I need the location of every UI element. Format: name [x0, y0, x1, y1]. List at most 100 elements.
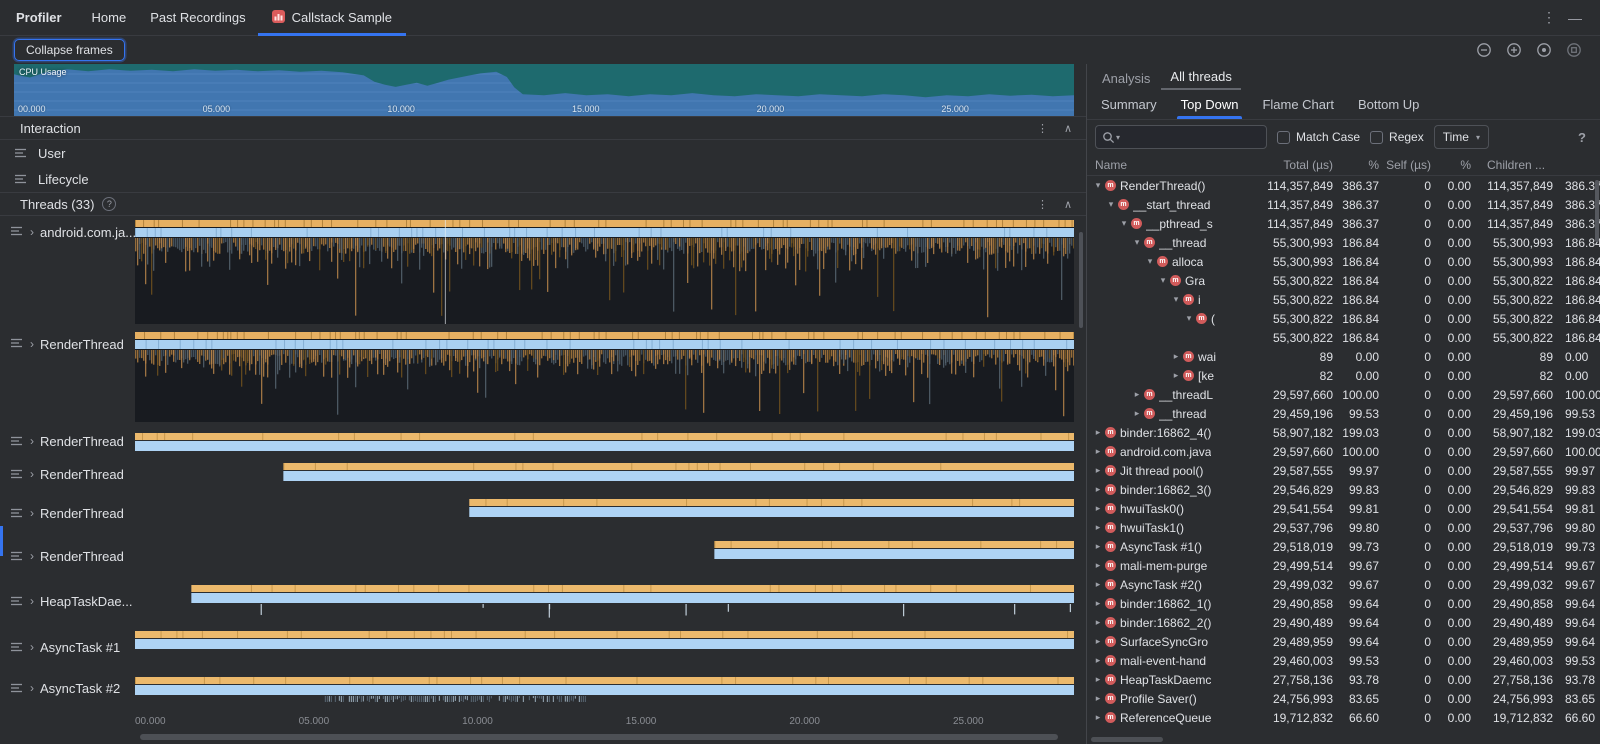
row-chevron-icon[interactable]: ▸ — [1091, 484, 1105, 495]
row-chevron-icon[interactable]: ▸ — [1091, 465, 1105, 476]
row-chevron-icon[interactable]: ▾ — [1091, 180, 1105, 191]
table-row[interactable]: ▸mmali-event-hand29,460,00399.5300.0029,… — [1087, 651, 1600, 670]
row-chevron-icon[interactable]: ▾ — [1130, 237, 1144, 248]
row-chevron-icon[interactable]: ▸ — [1091, 655, 1105, 666]
thread-label-cell[interactable]: ›RenderThread — [0, 426, 135, 456]
row-chevron-icon[interactable]: ▾ — [1156, 275, 1170, 286]
thread-row[interactable]: ›AsyncTask #1 — [0, 624, 1086, 670]
table-row[interactable]: 55,300,822186.8400.0055,300,822186.84 — [1087, 328, 1600, 347]
thread-label-cell[interactable]: ›AsyncTask #2 — [0, 670, 135, 706]
table-row[interactable]: ▸m__threadL29,597,660100.0000.0029,597,6… — [1087, 385, 1600, 404]
interaction-collapse-icon[interactable]: ∧ — [1064, 122, 1072, 135]
thread-expand-chevron[interactable]: › — [30, 640, 34, 654]
col-total-pct[interactable]: % — [1339, 158, 1385, 172]
thread-label-cell[interactable]: ›android.com.ja... — [0, 216, 135, 328]
row-chevron-icon[interactable]: ▸ — [1091, 617, 1105, 628]
row-chevron-icon[interactable]: ▸ — [1091, 503, 1105, 514]
threads-help-icon[interactable]: ? — [102, 197, 116, 211]
regex-box-icon[interactable] — [1370, 131, 1383, 144]
row-chevron-icon[interactable]: ▾ — [1143, 256, 1157, 267]
thread-track[interactable] — [135, 578, 1074, 624]
search-box[interactable]: ▾ — [1095, 125, 1267, 149]
tab-home[interactable]: Home — [80, 0, 139, 36]
thread-expand-chevron[interactable]: › — [30, 337, 34, 351]
table-row[interactable]: ▾m__thread55,300,993186.8400.0055,300,99… — [1087, 233, 1600, 252]
thread-expand-chevron[interactable]: › — [30, 225, 34, 239]
table-header[interactable]: Name Total (µs) % Self (µs) % Children .… — [1087, 154, 1600, 176]
col-self-pct[interactable]: % — [1437, 158, 1477, 172]
row-chevron-icon[interactable]: ▸ — [1091, 560, 1105, 571]
row-chevron-icon[interactable]: ▸ — [1091, 522, 1105, 533]
row-chevron-icon[interactable]: ▸ — [1091, 598, 1105, 609]
regex-checkbox[interactable]: Regex — [1370, 130, 1424, 144]
analysis-tab-all-threads[interactable]: All threads — [1161, 66, 1240, 90]
row-chevron-icon[interactable]: ▸ — [1130, 408, 1144, 419]
table-row[interactable]: ▸mwai890.0000.00890.00 — [1087, 347, 1600, 366]
tab-past-recordings[interactable]: Past Recordings — [138, 0, 257, 36]
table-row[interactable]: ▸mHeapTaskDaemc27,758,13693.7800.0027,75… — [1087, 670, 1600, 689]
row-chevron-icon[interactable]: ▸ — [1091, 674, 1105, 685]
col-name[interactable]: Name — [1087, 158, 1259, 172]
table-row[interactable]: ▸mmali-mem-purge29,499,51499.6700.0029,4… — [1087, 556, 1600, 575]
thread-row[interactable]: ›android.com.ja... — [0, 216, 1086, 328]
thread-track[interactable] — [135, 426, 1074, 456]
thread-row[interactable]: ›RenderThread — [0, 456, 1086, 492]
thread-track[interactable] — [135, 216, 1074, 328]
col-self[interactable]: Self (µs) — [1385, 158, 1437, 172]
table-hscroll-thumb[interactable] — [1091, 737, 1163, 742]
thread-track[interactable] — [135, 624, 1074, 670]
subtab-top-down[interactable]: Top Down — [1169, 90, 1251, 119]
timeline-hscrollbar[interactable] — [0, 731, 1086, 744]
row-chevron-icon[interactable]: ▾ — [1182, 313, 1196, 324]
row-chevron-icon[interactable]: ▸ — [1091, 636, 1105, 647]
thread-label-cell[interactable]: ›RenderThread — [0, 492, 135, 534]
interaction-row[interactable]: User — [0, 140, 1086, 166]
minimize-icon[interactable]: — — [1562, 10, 1588, 26]
table-row[interactable]: ▸mbinder:16862_2()29,490,48999.6400.0029… — [1087, 613, 1600, 632]
thread-label-cell[interactable]: ›HeapTaskDae... — [0, 578, 135, 624]
table-row[interactable]: ▸mbinder:16862_4()58,907,182199.0300.005… — [1087, 423, 1600, 442]
thread-row[interactable]: ›RenderThread — [0, 492, 1086, 534]
interaction-kebab-icon[interactable]: ⋮ — [1037, 122, 1048, 135]
thread-row[interactable]: ›RenderThread — [0, 426, 1086, 456]
time-unit-dropdown[interactable]: Time ▾ — [1434, 125, 1489, 149]
col-total[interactable]: Total (µs) — [1259, 158, 1339, 172]
row-chevron-icon[interactable]: ▸ — [1091, 427, 1105, 438]
thread-expand-chevron[interactable]: › — [30, 594, 34, 608]
table-row[interactable]: ▸mJit thread pool()29,587,55599.9700.002… — [1087, 461, 1600, 480]
table-row[interactable]: ▸mandroid.com.java29,597,660100.0000.002… — [1087, 442, 1600, 461]
table-row[interactable]: ▾malloca55,300,993186.8400.0055,300,9931… — [1087, 252, 1600, 271]
thread-expand-chevron[interactable]: › — [30, 506, 34, 520]
threads-vscroll-thumb[interactable] — [1079, 232, 1083, 328]
thread-track[interactable] — [135, 328, 1074, 426]
table-hscrollbar[interactable] — [1087, 734, 1600, 744]
thread-label-cell[interactable]: ›RenderThread — [0, 534, 135, 578]
row-chevron-icon[interactable]: ▾ — [1117, 218, 1131, 229]
table-row[interactable]: ▸mAsyncTask #2()29,499,03299.6700.0029,4… — [1087, 575, 1600, 594]
row-chevron-icon[interactable]: ▸ — [1169, 351, 1183, 362]
subtab-bottom-up[interactable]: Bottom Up — [1346, 90, 1431, 119]
thread-row[interactable]: ›RenderThread — [0, 534, 1086, 578]
table-row[interactable]: ▸mReferenceQueue19,712,83266.6000.0019,7… — [1087, 708, 1600, 727]
cpu-chart[interactable]: CPU Usage 00.00005.00010.00015.00020.000… — [14, 64, 1074, 116]
table-row[interactable]: ▸mAsyncTask #1()29,518,01999.7300.0029,5… — [1087, 537, 1600, 556]
table-row[interactable]: ▸mbinder:16862_3()29,546,82999.8300.0029… — [1087, 480, 1600, 499]
subtab-summary[interactable]: Summary — [1089, 90, 1169, 119]
thread-label-cell[interactable]: ›RenderThread — [0, 456, 135, 492]
threads-collapse-icon[interactable]: ∧ — [1064, 198, 1072, 211]
col-children[interactable]: Children ... — [1477, 158, 1559, 172]
analysis-tab-analysis[interactable]: Analysis — [1093, 68, 1159, 90]
zoom-out-icon[interactable] — [1476, 42, 1492, 58]
filter-help-icon[interactable]: ? — [1578, 130, 1592, 145]
thread-expand-chevron[interactable]: › — [30, 467, 34, 481]
interaction-row[interactable]: Lifecycle — [0, 166, 1086, 192]
table-row[interactable]: ▾mi55,300,822186.8400.0055,300,822186.84 — [1087, 290, 1600, 309]
thread-expand-chevron[interactable]: › — [30, 549, 34, 563]
table-row[interactable]: ▾mGra55,300,822186.8400.0055,300,822186.… — [1087, 271, 1600, 290]
thread-label-cell[interactable]: ›AsyncTask #1 — [0, 624, 135, 670]
search-input[interactable] — [1121, 130, 1260, 144]
table-row[interactable]: ▸mhwuiTask1()29,537,79699.8000.0029,537,… — [1087, 518, 1600, 537]
search-options-chevron-icon[interactable]: ▾ — [1116, 133, 1120, 142]
thread-row[interactable]: ›AsyncTask #2 — [0, 670, 1086, 706]
thread-row[interactable]: ›HeapTaskDae... — [0, 578, 1086, 624]
